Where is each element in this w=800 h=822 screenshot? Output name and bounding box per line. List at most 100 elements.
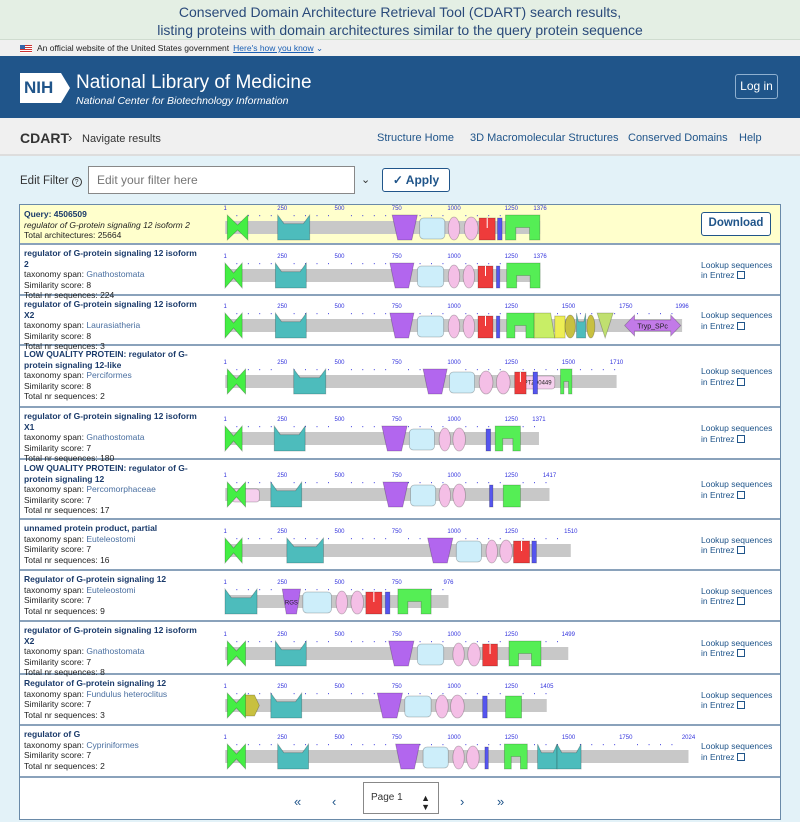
domain-ellipse[interactable] xyxy=(350,590,364,614)
domain-arch[interactable] xyxy=(506,312,535,339)
domain-arch[interactable] xyxy=(560,368,573,395)
domain-rrect[interactable] xyxy=(302,591,332,613)
domain-red2[interactable] xyxy=(502,484,521,508)
apply-button[interactable]: ✓ Apply xyxy=(382,168,450,192)
domain-architecture[interactable]: 12505007501000125015001710PTZ00449 xyxy=(200,353,700,403)
nih-logo[interactable]: NIH xyxy=(20,73,70,103)
domain-notch[interactable] xyxy=(286,536,324,563)
domain-ellipse[interactable] xyxy=(467,642,481,666)
domain-bowtie[interactable] xyxy=(224,424,243,453)
nav-structure-home[interactable]: Structure Home xyxy=(377,132,454,144)
domain-notch[interactable] xyxy=(537,743,558,770)
domain-architecture[interactable]: 1 250 500 750 1000 1250 1500 1750 2024 xyxy=(200,728,700,778)
domain-arch[interactable] xyxy=(508,640,542,666)
taxonomy-link[interactable]: Fundulus heteroclitus xyxy=(86,689,167,699)
domain-red2[interactable] xyxy=(505,695,522,718)
domain-notch[interactable] xyxy=(277,742,309,770)
domain-blue[interactable] xyxy=(484,746,489,770)
domain-rrect[interactable] xyxy=(408,428,435,451)
domain-trap[interactable] xyxy=(427,537,454,563)
help-icon[interactable]: ? xyxy=(71,177,82,187)
domain-architecture[interactable]: 1 250 500 750 1000 1250 1500 1750 1996Tryp_SPc xyxy=(200,297,700,347)
domain-ellipse[interactable] xyxy=(495,370,511,395)
domain-arch[interactable] xyxy=(503,743,528,770)
app-name[interactable]: CDART xyxy=(20,130,69,146)
domain-ellipse[interactable] xyxy=(447,264,461,288)
nav-3d-structures[interactable]: 3D Macromolecular Structures xyxy=(470,132,619,144)
filter-dropdown-icon[interactable]: ⌄ xyxy=(361,173,370,186)
lookup-entrez-link[interactable]: Lookup sequences in Entrez xyxy=(701,479,772,500)
lookup-entrez-link[interactable]: Lookup sequences in Entrez xyxy=(701,423,772,444)
domain-ellipse[interactable] xyxy=(462,314,476,339)
taxonomy-link[interactable]: Gnathostomata xyxy=(86,269,144,279)
download-button[interactable]: Download xyxy=(701,212,771,236)
last-page-button[interactable]: » xyxy=(497,794,504,809)
taxonomy-link[interactable]: Cypriniformes xyxy=(86,740,138,750)
prev-page-button[interactable]: ‹ xyxy=(332,794,336,809)
domain-notch[interactable] xyxy=(274,261,307,288)
domain-rrect[interactable] xyxy=(416,643,445,665)
domain-trap[interactable] xyxy=(382,481,409,508)
domain-trap[interactable] xyxy=(389,262,415,288)
domain-blue[interactable] xyxy=(482,695,488,718)
taxonomy-link[interactable]: Euteleostomi xyxy=(86,585,135,595)
domain-blue[interactable] xyxy=(497,217,503,241)
domain-ellipse[interactable] xyxy=(435,694,449,718)
result-title[interactable]: regulator of G xyxy=(24,729,202,740)
domain-ellipse[interactable] xyxy=(452,427,466,452)
domain-arch[interactable] xyxy=(505,214,541,241)
result-title[interactable]: regulator of G-protein signaling 12 isof… xyxy=(24,625,202,646)
domain-bowtie[interactable] xyxy=(226,480,247,509)
domain-blue[interactable] xyxy=(485,428,492,452)
domain-ellipse[interactable] xyxy=(485,539,498,563)
result-title[interactable]: Regulator of G-protein signaling 12 xyxy=(24,678,202,689)
domain-bowtie[interactable] xyxy=(226,639,247,667)
domain-rrect[interactable] xyxy=(419,217,446,240)
domain-trap[interactable] xyxy=(391,214,418,241)
domain-notch[interactable] xyxy=(224,587,258,614)
domain-trap[interactable] xyxy=(388,640,415,666)
domain-ellipse[interactable] xyxy=(452,642,465,666)
page-select[interactable]: Page 1 ▲ ▼ xyxy=(363,782,439,814)
domain-blue[interactable] xyxy=(532,371,538,395)
lookup-entrez-link[interactable]: Lookup sequences in Entrez xyxy=(701,310,772,331)
taxonomy-link[interactable]: Perciformes xyxy=(86,370,131,380)
taxonomy-link[interactable]: Gnathostomata xyxy=(86,646,144,656)
domain-ellipse[interactable] xyxy=(447,314,461,339)
result-title[interactable]: regulator of G-protein signaling 12 isof… xyxy=(24,411,202,432)
domain-architecture[interactable]: 1 250 500 750 1000 1250 1417 xyxy=(200,466,700,516)
domain-bowtie[interactable] xyxy=(226,367,247,396)
domain-ellipse[interactable] xyxy=(450,694,465,718)
domain-blue[interactable] xyxy=(489,484,494,508)
login-button[interactable]: Log in xyxy=(735,74,778,99)
domain-blue[interactable] xyxy=(531,540,537,563)
nav-help[interactable]: Help xyxy=(739,132,762,144)
first-page-button[interactable]: « xyxy=(294,794,301,809)
taxonomy-link[interactable]: Euteleostomi xyxy=(86,534,135,544)
domain-ellipse[interactable] xyxy=(463,216,479,241)
how-you-know-link[interactable]: Here's how you know xyxy=(233,43,314,53)
domain-notch[interactable] xyxy=(270,691,303,718)
lookup-entrez-link[interactable]: Lookup sequences in Entrez xyxy=(701,586,772,607)
domain-bowtie[interactable] xyxy=(224,536,243,564)
domain-rrect[interactable] xyxy=(416,265,445,287)
domain-bowtie[interactable] xyxy=(226,691,247,719)
result-title[interactable]: regulator of G-protein signaling 12 isof… xyxy=(24,299,202,320)
domain-notch[interactable] xyxy=(274,311,307,339)
query-architecture[interactable]: 1 250 500 750 1000 1250 1376 xyxy=(200,199,700,249)
lookup-entrez-link[interactable]: Lookup sequences in Entrez xyxy=(701,535,772,556)
taxonomy-link[interactable]: Percomorphaceae xyxy=(86,484,155,494)
domain-arch[interactable] xyxy=(494,425,521,452)
next-page-button[interactable]: › xyxy=(460,794,464,809)
domain-bowtie[interactable] xyxy=(226,742,247,771)
domain-rrect[interactable] xyxy=(416,315,445,338)
domain-notch[interactable] xyxy=(556,743,582,770)
domain-blue[interactable] xyxy=(384,591,391,614)
domain-notch[interactable] xyxy=(270,480,303,508)
domain-ellipse[interactable] xyxy=(438,483,451,508)
domain-olive[interactable] xyxy=(586,314,596,339)
domain-notch[interactable] xyxy=(273,424,306,452)
result-title[interactable]: unnamed protein product, partial xyxy=(24,523,202,534)
domain-trap[interactable] xyxy=(395,743,421,770)
domain-notch[interactable] xyxy=(277,213,311,241)
